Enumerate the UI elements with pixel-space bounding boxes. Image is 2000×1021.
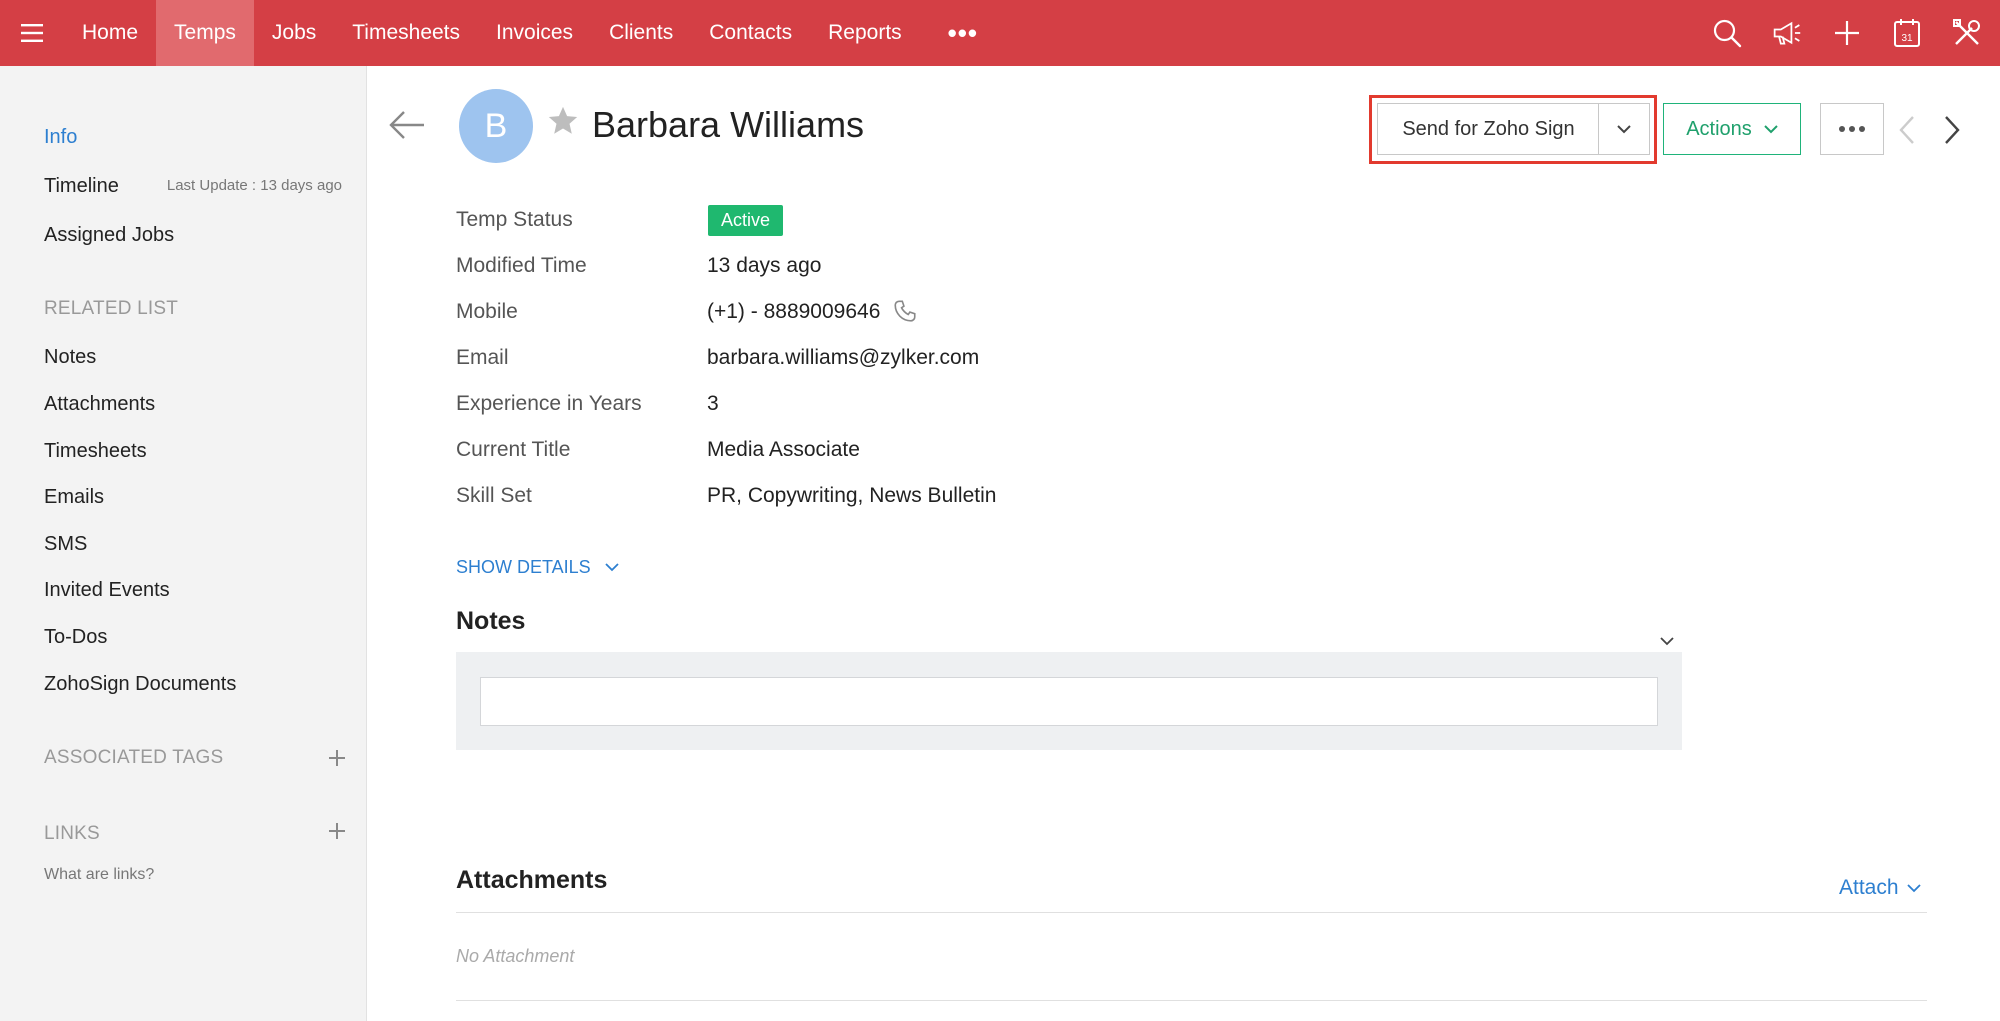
attachments-divider-top: [456, 912, 1927, 913]
notes-collapse-chevron-icon[interactable]: [1656, 630, 1678, 652]
tab-timesheets[interactable]: Timesheets: [334, 0, 478, 66]
related-list-heading: RELATED LIST: [44, 298, 179, 319]
mobile-value[interactable]: (+1) - 8889009646: [707, 300, 880, 324]
attach-label: Attach: [1839, 876, 1899, 899]
search-icon[interactable]: [1712, 18, 1742, 48]
record-title: Barbara Williams: [592, 104, 865, 145]
experience-value: 3: [707, 392, 719, 415]
phone-icon[interactable]: [892, 298, 918, 324]
notes-section-title: Notes: [456, 607, 526, 635]
nav-more-button[interactable]: •••: [920, 0, 1006, 66]
svg-text:31: 31: [1901, 33, 1913, 44]
zoho-sign-dropdown-button[interactable]: [1598, 103, 1650, 155]
mobile-label: Mobile: [456, 300, 518, 323]
top-icon-group: 31: [1712, 0, 1982, 66]
previous-record-icon[interactable]: [1895, 114, 1919, 146]
chevron-down-icon: [605, 563, 619, 572]
send-for-zoho-sign-button[interactable]: Send for Zoho Sign: [1377, 103, 1599, 155]
sidebar-item-assigned-jobs[interactable]: Assigned Jobs: [44, 224, 174, 247]
experience-label: Experience in Years: [456, 392, 642, 415]
sidebar-item-notes[interactable]: Notes: [44, 346, 96, 369]
tab-clients[interactable]: Clients: [591, 0, 691, 66]
modified-time-value: 13 days ago: [707, 254, 822, 277]
sidebar-item-info[interactable]: Info: [44, 126, 77, 149]
tab-invoices[interactable]: Invoices: [478, 0, 591, 66]
back-arrow-icon[interactable]: [388, 108, 428, 142]
status-badge: Active: [708, 205, 784, 236]
tab-reports[interactable]: Reports: [810, 0, 920, 66]
chevron-down-icon: [1617, 125, 1631, 134]
attachments-section-title: Attachments: [456, 866, 608, 894]
no-attachment-text: No Attachment: [456, 946, 575, 966]
sidebar-item-to-dos[interactable]: To-Dos: [44, 626, 107, 649]
timeline-last-update: Last Update : 13 days ago: [166, 177, 342, 194]
sidebar-item-emails[interactable]: Emails: [44, 486, 104, 509]
tools-icon[interactable]: [1952, 18, 1982, 48]
links-heading: LINKS: [44, 823, 100, 844]
star-icon[interactable]: [546, 104, 580, 138]
sidebar-item-timesheets[interactable]: Timesheets: [44, 440, 147, 463]
associated-tags-heading: ASSOCIATED TAGS: [44, 747, 224, 768]
sidebar-item-attachments[interactable]: Attachments: [44, 393, 155, 416]
plus-icon[interactable]: [1832, 18, 1862, 48]
tab-contacts[interactable]: Contacts: [691, 0, 810, 66]
show-details-toggle[interactable]: SHOW DETAILS: [456, 557, 619, 578]
top-nav-bar: Home Temps Jobs Timesheets Invoices Clie…: [0, 0, 2000, 66]
skill-set-value: PR, Copywriting, News Bulletin: [707, 484, 997, 507]
sidebar-item-timeline[interactable]: Timeline: [44, 175, 119, 198]
hamburger-menu-icon[interactable]: [0, 0, 64, 66]
temp-status-label: Temp Status: [456, 208, 573, 231]
sidebar: Info Timeline Last Update : 13 days ago …: [0, 66, 367, 1021]
notes-input[interactable]: [480, 677, 1658, 726]
more-options-button[interactable]: [1820, 103, 1884, 155]
what-are-links-link[interactable]: What are links?: [44, 866, 154, 884]
actions-label: Actions: [1686, 117, 1752, 140]
more-dots-icon: [1839, 126, 1865, 132]
nav-tabs: Home Temps Jobs Timesheets Invoices Clie…: [64, 0, 1006, 66]
skill-set-label: Skill Set: [456, 484, 532, 507]
next-record-icon[interactable]: [1940, 114, 1964, 146]
sidebar-item-invited-events[interactable]: Invited Events: [44, 579, 170, 602]
modified-time-label: Modified Time: [456, 254, 587, 277]
add-tag-plus-icon[interactable]: [325, 746, 349, 770]
email-value[interactable]: barbara.williams@zylker.com: [707, 346, 979, 370]
sidebar-item-zohosign-documents[interactable]: ZohoSign Documents: [44, 673, 236, 696]
tab-jobs[interactable]: Jobs: [254, 0, 334, 66]
calendar-icon[interactable]: 31: [1892, 18, 1922, 48]
chevron-down-icon: [1906, 883, 1921, 892]
tab-home[interactable]: Home: [64, 0, 156, 66]
tab-temps[interactable]: Temps: [156, 0, 254, 66]
chevron-down-icon: [1764, 124, 1778, 133]
attach-button[interactable]: Attach: [1839, 876, 1921, 900]
show-details-label: SHOW DETAILS: [456, 557, 591, 577]
avatar: B: [459, 89, 533, 163]
email-label: Email: [456, 346, 509, 369]
attachments-divider-bottom: [456, 1000, 1927, 1001]
add-link-plus-icon[interactable]: [325, 819, 349, 843]
megaphone-icon[interactable]: [1772, 18, 1802, 48]
current-title-label: Current Title: [456, 438, 571, 461]
actions-button[interactable]: Actions: [1663, 103, 1801, 155]
current-title-value: Media Associate: [707, 438, 860, 461]
sidebar-item-sms[interactable]: SMS: [44, 533, 87, 556]
